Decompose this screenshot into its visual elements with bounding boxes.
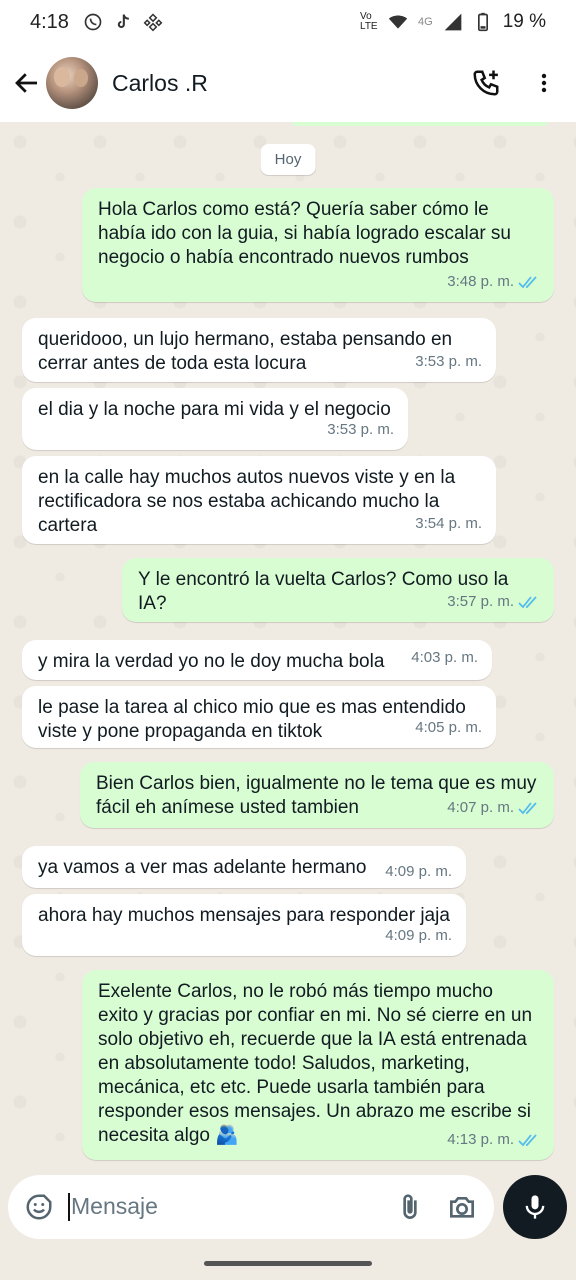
- message-bubble-incoming[interactable]: ahora hay muchos mensajes para responder…: [22, 894, 466, 956]
- volte-indicator: Vo LTE: [360, 11, 378, 32]
- contact-avatar[interactable]: [46, 57, 98, 109]
- message-bubble-incoming[interactable]: y mira la verdad yo no le doy mucha bola…: [22, 640, 492, 680]
- back-arrow-icon[interactable]: [12, 68, 42, 98]
- more-vert-icon: [541, 73, 547, 93]
- message-text: Hola Carlos como está? Quería saber cómo…: [98, 199, 511, 268]
- message-bubble-incoming[interactable]: queridooo, un lujo hermano, estaba pensa…: [22, 318, 496, 382]
- message-bubble-incoming[interactable]: ya vamos a ver mas adelante hermano 4:09…: [22, 846, 466, 888]
- message-text: en la calle hay muchos autos nuevos vist…: [38, 467, 456, 536]
- add-call-button[interactable]: [466, 63, 506, 103]
- chat-area[interactable]: Hoy Hola Carlos como está? Quería saber …: [0, 122, 576, 1168]
- message-input-placeholder: Mensaje: [71, 1192, 158, 1219]
- more-options-button[interactable]: [524, 63, 564, 103]
- text-caret: [68, 1193, 70, 1222]
- message-time: 3:53 p. m.: [415, 353, 482, 370]
- read-ticks-icon: [518, 802, 537, 815]
- message-time: 4:13 p. m.: [447, 1131, 514, 1148]
- whatsapp-notification-icon: [84, 13, 102, 31]
- message-time: 4:09 p. m.: [385, 863, 452, 880]
- message-bubble-outgoing[interactable]: Hola Carlos como está? Quería saber cómo…: [82, 188, 554, 302]
- message-time: 3:48 p. m.: [447, 273, 514, 290]
- message-bubble-outgoing[interactable]: Exelente Carlos, no le robó más tiempo m…: [82, 970, 554, 1160]
- contact-name[interactable]: Carlos .R: [112, 70, 448, 97]
- battery-icon: [477, 12, 488, 32]
- day-separator: Hoy: [260, 144, 316, 175]
- status-time: 4:18: [30, 10, 69, 33]
- message-time: 4:09 p. m.: [385, 927, 452, 944]
- status-bar: 4:18 Vo LTE 4G 19 %: [0, 0, 576, 44]
- camera-icon[interactable]: [446, 1191, 478, 1223]
- message-text: Exelente Carlos, no le robó más tiempo m…: [98, 981, 533, 1146]
- microphone-icon: [525, 1195, 545, 1219]
- message-time: 4:07 p. m.: [447, 799, 514, 816]
- read-ticks-icon: [518, 596, 537, 609]
- binance-notification-icon: [143, 13, 163, 32]
- read-ticks-icon: [518, 276, 537, 289]
- message-text: le pase la tarea al chico mio que es mas…: [38, 697, 466, 742]
- message-time: 3:53 p. m.: [327, 421, 394, 438]
- message-time: 3:57 p. m.: [447, 593, 514, 610]
- wifi-icon: [388, 15, 408, 29]
- message-bubble-incoming[interactable]: le pase la tarea al chico mio que es mas…: [22, 686, 496, 748]
- message-time: 3:54 p. m.: [415, 515, 482, 532]
- tiktok-notification-icon: [117, 14, 129, 29]
- message-text: y mira la verdad yo no le doy mucha bola: [38, 651, 385, 672]
- previous-message-edge: [290, 122, 550, 126]
- attach-paperclip-icon[interactable]: [394, 1191, 426, 1223]
- chat-header: Carlos .R: [0, 44, 576, 122]
- signal-icon: [444, 13, 462, 31]
- add-call-icon: [473, 70, 499, 96]
- message-input[interactable]: Mensaje: [68, 1193, 374, 1222]
- message-bubble-outgoing[interactable]: Y le encontró la vuelta Carlos? Como uso…: [122, 558, 554, 622]
- read-ticks-icon: [518, 1134, 537, 1147]
- network-type: 4G: [418, 16, 433, 28]
- message-bubble-incoming[interactable]: en la calle hay muchos autos nuevos vist…: [22, 456, 496, 544]
- message-time: 4:03 p. m.: [411, 649, 478, 666]
- battery-level: 19 %: [502, 11, 546, 32]
- message-bubble-incoming[interactable]: el dia y la noche para mi vida y el nego…: [22, 388, 408, 450]
- message-composer: Mensaje: [8, 1175, 494, 1239]
- voice-message-button[interactable]: [503, 1175, 567, 1239]
- sticker-emoji-icon[interactable]: [24, 1192, 54, 1222]
- message-text: queridooo, un lujo hermano, estaba pensa…: [38, 329, 453, 374]
- message-bubble-outgoing[interactable]: Bien Carlos bien, igualmente no le tema …: [80, 762, 554, 828]
- message-time: 4:05 p. m.: [415, 719, 482, 736]
- gesture-nav-bar[interactable]: [204, 1261, 372, 1266]
